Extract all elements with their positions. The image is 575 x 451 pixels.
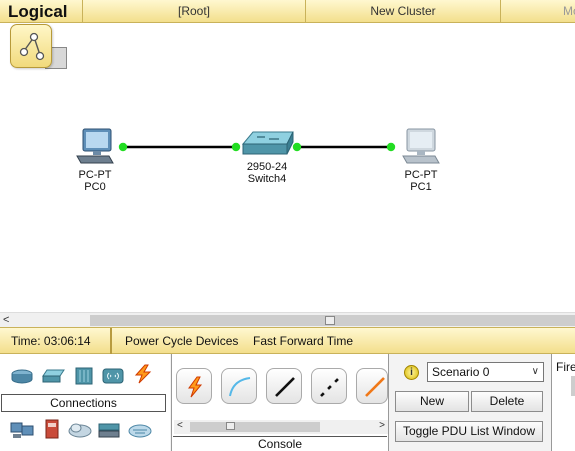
wan-emulation-icon[interactable] xyxy=(68,420,92,440)
logical-workspace-title[interactable]: Logical xyxy=(8,2,68,22)
scrollbar-grip xyxy=(325,316,335,325)
scrollbar-grip xyxy=(226,422,235,430)
straight-through-cable-button[interactable] xyxy=(266,368,302,404)
device-category-label: Connections xyxy=(1,394,166,412)
info-icon[interactable]: i xyxy=(404,365,419,380)
security-icon[interactable] xyxy=(40,419,64,439)
device-model-label: PC-PT xyxy=(404,169,438,181)
router-icon[interactable] xyxy=(10,366,34,386)
multiuser-icon[interactable] xyxy=(128,420,152,440)
scrollbar-thumb[interactable] xyxy=(190,422,320,432)
device-name-label[interactable]: PC1 xyxy=(392,181,450,193)
console-cable-icon xyxy=(229,377,251,397)
end-devices-icon[interactable] xyxy=(10,420,34,440)
crossover-cable-icon xyxy=(320,377,340,397)
straight-through-cable-icon xyxy=(275,377,295,397)
new-scenario-button[interactable]: New xyxy=(395,391,469,412)
scroll-left-arrow-icon[interactable]: < xyxy=(177,420,183,431)
device-model-label: PC-PT xyxy=(78,169,112,181)
crossover-cable-button[interactable] xyxy=(311,368,347,404)
root-breadcrumb[interactable]: [Root] xyxy=(82,0,305,22)
fast-forward-time-button[interactable]: Fast Forward Time xyxy=(253,328,353,354)
move-object-button[interactable]: Mo xyxy=(500,0,575,22)
workspace-topbar: Logical [Root] New Cluster Mo xyxy=(0,0,575,23)
scroll-right-arrow-icon[interactable]: > xyxy=(379,420,385,431)
scenario-select[interactable]: Scenario 0 ∨ xyxy=(427,362,544,382)
custom-devices-icon[interactable] xyxy=(97,420,121,440)
power-cycle-devices-button[interactable]: Power Cycle Devices xyxy=(125,328,238,354)
logical-view-icon[interactable] xyxy=(10,24,52,68)
selected-cable-label: Console xyxy=(173,436,387,451)
bottom-toolbox: Connections < > Console i Scenario 0 ∨ N… xyxy=(0,354,575,451)
scenario-panel: i Scenario 0 ∨ New Delete Toggle PDU Lis… xyxy=(390,354,550,451)
automatic-cable-button[interactable] xyxy=(176,368,212,404)
switch-icon[interactable] xyxy=(41,366,65,386)
device-type-panel: Connections xyxy=(0,354,170,451)
cable-scrollbar[interactable]: < > xyxy=(174,420,388,434)
pdu-list-scrollbar[interactable] xyxy=(571,376,575,396)
scenario-value: Scenario 0 xyxy=(432,365,490,379)
new-cluster-button[interactable]: New Cluster xyxy=(305,0,500,22)
pc-icon xyxy=(76,128,114,164)
device-name-label[interactable]: PC0 xyxy=(66,181,124,193)
delete-scenario-button[interactable]: Delete xyxy=(471,391,543,412)
fiber-cable-button[interactable] xyxy=(356,368,388,404)
wireless-icon[interactable] xyxy=(101,366,125,386)
workspace-horizontal-scrollbar[interactable]: < xyxy=(0,312,575,327)
automatic-cable-icon xyxy=(188,376,203,398)
console-cable-button[interactable] xyxy=(221,368,257,404)
realtime-bar: Time: 03:06:14 Power Cycle Devices Fast … xyxy=(0,327,575,354)
fire-column-header: Fire xyxy=(556,360,575,374)
fiber-cable-icon xyxy=(365,377,385,397)
toggle-pdu-list-button[interactable]: Toggle PDU List Window xyxy=(395,421,543,442)
switch-icon xyxy=(241,131,294,155)
logical-workspace-canvas[interactable]: PC-PT PC0 2950-24 Switch4 PC-PT PC1 xyxy=(0,23,575,312)
pdu-list-panel: Fire xyxy=(551,354,575,451)
cable-type-panel: < > Console xyxy=(171,354,389,451)
hub-icon[interactable] xyxy=(72,366,96,386)
simulation-time-label: Time: 03:06:14 xyxy=(0,328,112,354)
scroll-left-arrow-icon[interactable]: < xyxy=(3,314,9,326)
device-name-label[interactable]: Switch4 xyxy=(236,173,298,185)
pc-icon xyxy=(402,128,440,164)
device-switch4[interactable]: 2950-24 Switch4 xyxy=(236,130,298,185)
connections-icon[interactable] xyxy=(131,364,155,384)
chevron-down-icon: ∨ xyxy=(531,366,539,377)
device-pc0[interactable]: PC-PT PC0 xyxy=(66,128,124,193)
device-model-label: 2950-24 xyxy=(246,161,288,173)
device-pc1[interactable]: PC-PT PC1 xyxy=(392,128,450,193)
